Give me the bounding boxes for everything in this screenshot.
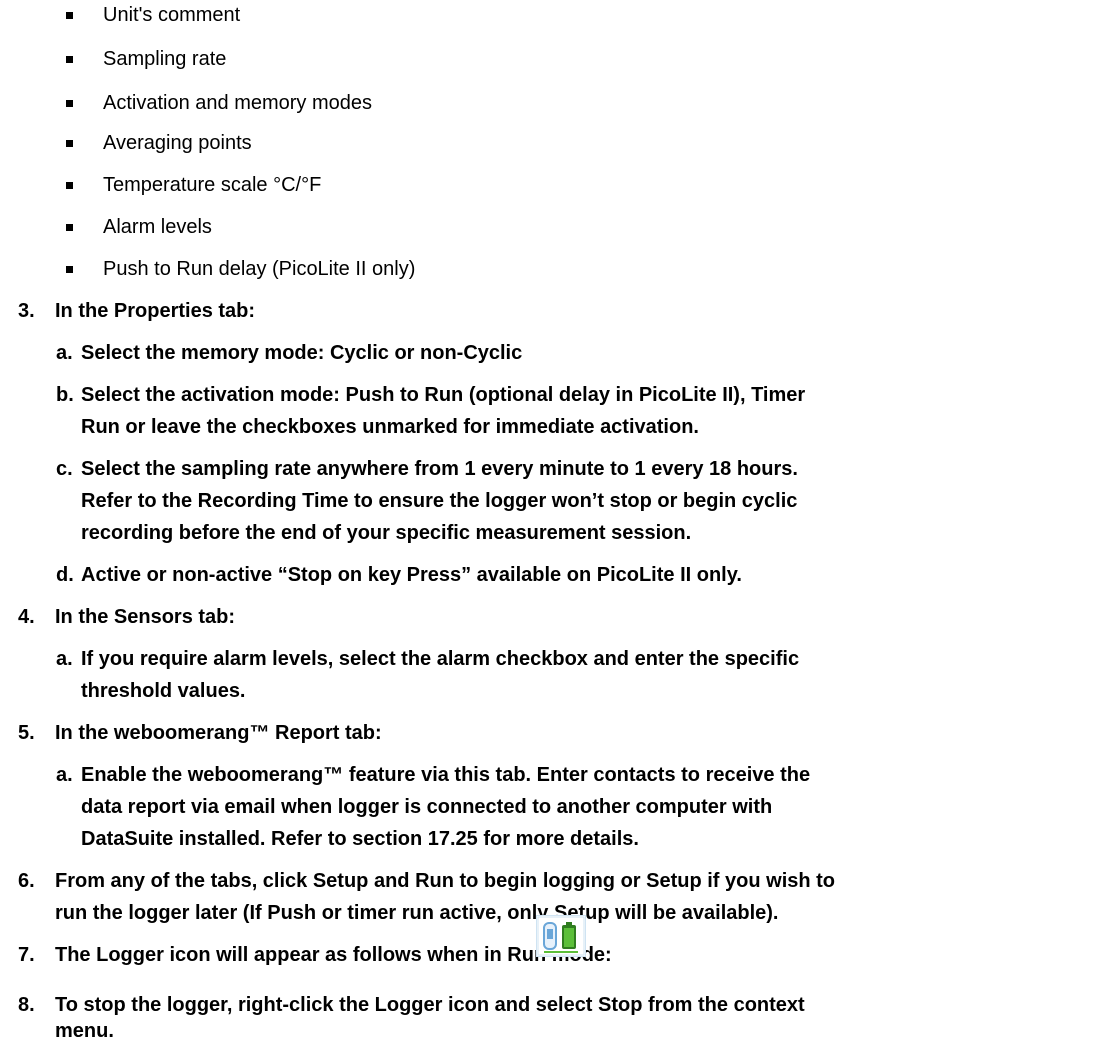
bullet-square-icon xyxy=(66,56,73,63)
substep-line: recording before the end of your specifi… xyxy=(81,522,692,544)
substep-line: Enable the weboomerang™ feature via this… xyxy=(81,764,811,786)
step-line: menu. xyxy=(55,1020,114,1042)
substep-line: Select the memory mode: Cyclic or non-Cy… xyxy=(81,342,523,364)
bullet-square-icon xyxy=(66,12,73,19)
step-line: To stop the logger, right-click the Logg… xyxy=(55,994,805,1016)
step-line: From any of the tabs, click Setup and Ru… xyxy=(55,870,836,892)
bullet-square-icon xyxy=(66,100,73,107)
bullet-square-icon xyxy=(66,182,73,189)
substep-line: threshold values. xyxy=(81,680,246,702)
document-page: Unit's comment Sampling rate Activation … xyxy=(18,4,836,1042)
substep-line: Active or non-active “Stop on key Press”… xyxy=(81,564,742,586)
substep-line: Select the sampling rate anywhere from 1… xyxy=(81,458,798,480)
substep-line: Refer to the Recording Time to ensure th… xyxy=(81,490,798,512)
logger-battery-icon xyxy=(536,915,586,957)
substep-line: If you require alarm levels, select the … xyxy=(81,648,800,670)
substep-line: Run or leave the checkboxes unmarked for… xyxy=(81,416,699,438)
substep-line: DataSuite installed. Refer to section 17… xyxy=(81,828,639,850)
bullet-square-icon xyxy=(66,224,73,231)
bullet-square-icon xyxy=(66,140,73,147)
substep-line: data report via email when logger is con… xyxy=(81,796,773,818)
bullet-square-icon xyxy=(66,266,73,273)
step-line: run the logger later (If Push or timer r… xyxy=(55,902,779,924)
substep-line: Select the activation mode: Push to Run … xyxy=(81,384,806,406)
